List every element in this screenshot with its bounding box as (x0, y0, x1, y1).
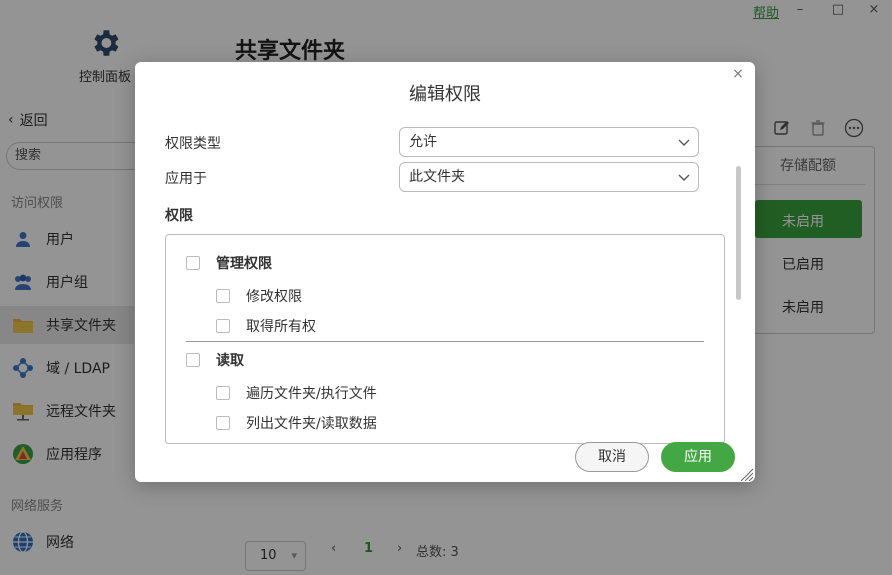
permission-group-label: 管理权限 (216, 256, 272, 272)
permission-group-read[interactable]: 读取 (186, 350, 244, 370)
permission-group-admin[interactable]: 管理权限 (186, 253, 272, 273)
permission-item-label: 遍历文件夹/执行文件 (246, 386, 377, 402)
apply-to-value: 此文件夹 (409, 169, 465, 185)
permissions-heading: 权限 (165, 208, 193, 224)
chevron-down-icon (678, 139, 690, 146)
permission-item-label: 取得所有权 (246, 319, 316, 335)
permissions-list: 管理权限 修改权限 取得所有权 读取 遍历文件夹/执行文件 列出文件夹/读取数据 (165, 234, 725, 444)
apply-to-label: 应用于 (165, 171, 207, 187)
permission-group-label: 读取 (216, 353, 244, 369)
permission-item-traverse[interactable]: 遍历文件夹/执行文件 (216, 383, 377, 403)
permission-item-list-read[interactable]: 列出文件夹/读取数据 (216, 413, 377, 433)
dialog-scrollbar[interactable] (736, 166, 741, 300)
chevron-down-icon (678, 174, 690, 181)
dialog-title: 编辑权限 (409, 84, 481, 105)
app-window: 帮助 – □ × 控制面板 ‹ 返回 搜索 访问权限 用户 用户组 共享文件夹 … (0, 0, 892, 575)
cancel-button[interactable]: 取消 (575, 442, 649, 472)
apply-button[interactable]: 应用 (661, 442, 735, 472)
checkbox[interactable] (216, 319, 230, 333)
permission-type-value: 允许 (409, 134, 437, 150)
permission-item-label: 修改权限 (246, 289, 302, 305)
apply-to-select[interactable]: 此文件夹 (399, 162, 699, 192)
close-icon[interactable]: × (731, 66, 745, 82)
checkbox[interactable] (216, 289, 230, 303)
checkbox[interactable] (216, 386, 230, 400)
checkbox[interactable] (186, 353, 200, 367)
checkbox[interactable] (186, 256, 200, 270)
permission-type-label: 权限类型 (165, 136, 221, 152)
resize-handle-icon[interactable] (737, 467, 753, 481)
permission-item-label: 列出文件夹/读取数据 (246, 416, 377, 432)
permission-item-modify[interactable]: 修改权限 (216, 286, 302, 306)
permission-type-select[interactable]: 允许 (399, 127, 699, 157)
edit-permission-dialog: 编辑权限 × 权限类型 允许 应用于 此文件夹 权限 管理权限 修改权限 取得所… (135, 62, 755, 482)
checkbox[interactable] (216, 416, 230, 430)
divider (186, 341, 704, 342)
permission-item-take-ownership[interactable]: 取得所有权 (216, 316, 316, 336)
